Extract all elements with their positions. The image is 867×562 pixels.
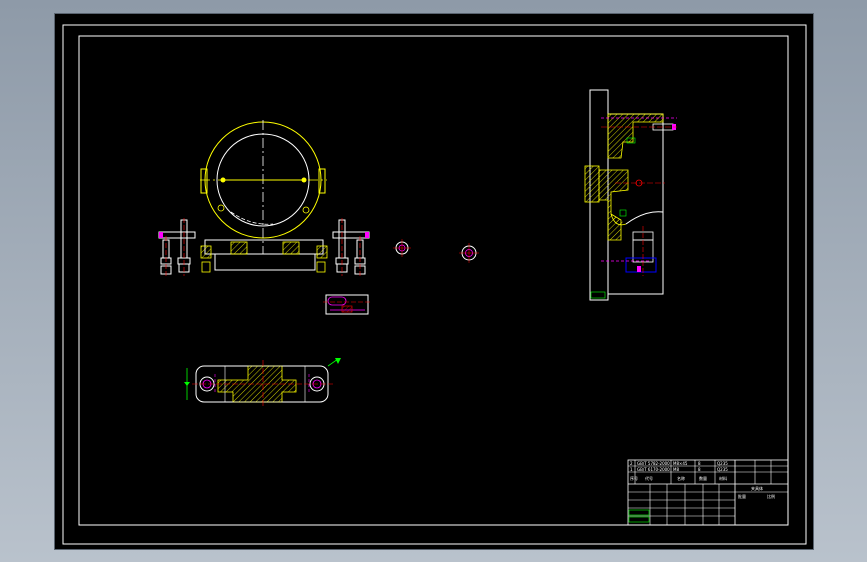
header-qty: 数量: [699, 475, 707, 481]
parts-row-1-index: 2: [630, 461, 633, 466]
part-title: 夹具体: [751, 485, 763, 491]
header-name: 名称: [677, 475, 685, 481]
nut-detail-b: [459, 243, 479, 263]
nut-detail-a: [393, 239, 411, 257]
parts-row-2-index: 1: [630, 467, 633, 472]
bottom-plan-view: [184, 358, 341, 408]
header-index: 序号: [630, 475, 638, 481]
inner-border: [78, 35, 789, 526]
parts-row-1-qty: 8: [698, 461, 701, 466]
label-batch: 批量: [738, 493, 746, 499]
parts-row-1-name: M8×45: [673, 461, 688, 466]
cad-viewport[interactable]: 2 GB/T 5782-2000 M8×45 8 Q235 1 GB/T 617…: [55, 14, 813, 549]
title-block: 2 GB/T 5782-2000 M8×45 8 Q235 1 GB/T 617…: [627, 459, 789, 526]
parts-row-1-code: GB/T 5782-2000: [637, 461, 670, 466]
parts-row-1-material: Q235: [717, 461, 728, 466]
parts-row-2-qty: 8: [698, 467, 701, 472]
parts-row-2-material: Q235: [717, 467, 728, 472]
pin-detail: [323, 294, 371, 315]
side-section-view: [584, 89, 677, 301]
header-material: 材料: [719, 475, 727, 481]
parts-row-2-name: M8: [673, 467, 679, 472]
label-scale: 比例: [767, 493, 775, 499]
parts-row-2-code: GB/T 6170-2000: [637, 467, 670, 472]
front-view: [158, 120, 370, 276]
cad-drawing-canvas: 2 GB/T 5782-2000 M8×45 8 Q235 1 GB/T 617…: [62, 24, 807, 545]
header-code: 代号: [645, 475, 653, 481]
